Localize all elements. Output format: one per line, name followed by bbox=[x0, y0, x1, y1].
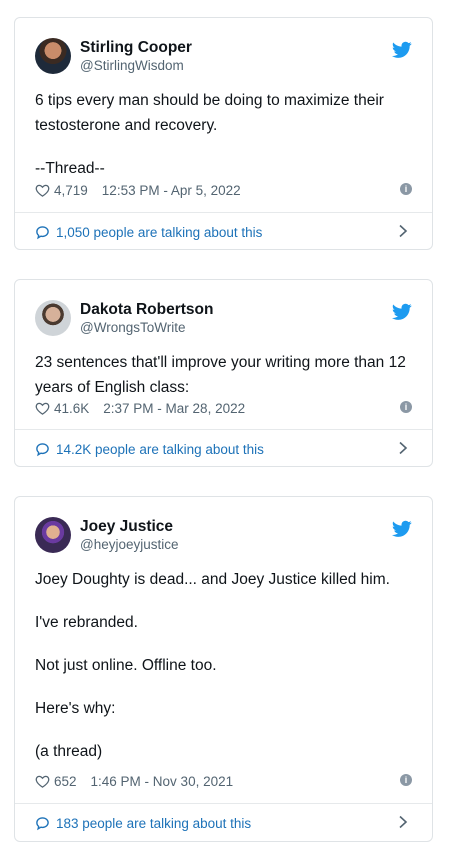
heart-icon[interactable] bbox=[35, 183, 50, 198]
info-icon[interactable]: i bbox=[400, 183, 412, 195]
tweet-paragraph: 6 tips every man should be doing to maxi… bbox=[35, 92, 384, 134]
avatar[interactable] bbox=[35, 38, 71, 74]
twitter-bird-icon[interactable] bbox=[392, 41, 412, 59]
divider bbox=[15, 429, 432, 430]
tweet-header: Dakota Robertson @WrongsToWrite bbox=[35, 300, 418, 336]
author-handle[interactable]: @WrongsToWrite bbox=[80, 320, 185, 335]
tweet-text: Joey Doughty is dead... and Joey Justice… bbox=[35, 567, 418, 764]
tweet-text: 23 sentences that'll improve your writin… bbox=[35, 350, 418, 400]
tweet-text: 6 tips every man should be doing to maxi… bbox=[35, 88, 418, 181]
chat-bubble-icon bbox=[35, 442, 50, 457]
tweet-card[interactable]: Stirling Cooper @StirlingWisdom 6 tips e… bbox=[14, 17, 433, 250]
author-name[interactable]: Dakota Robertson bbox=[80, 301, 214, 319]
author-name[interactable]: Stirling Cooper bbox=[80, 39, 192, 57]
author-handle[interactable]: @StirlingWisdom bbox=[80, 58, 184, 73]
heart-icon[interactable] bbox=[35, 401, 50, 416]
tweet-datetime[interactable]: 12:53 PM - Apr 5, 2022 bbox=[102, 183, 241, 198]
conversation-link[interactable]: 1,050 people are talking about this bbox=[35, 222, 412, 242]
chevron-right-icon bbox=[398, 224, 408, 238]
tweet-datetime[interactable]: 1:46 PM - Nov 30, 2021 bbox=[91, 774, 234, 789]
tweet-meta: 4,719 12:53 PM - Apr 5, 2022 i bbox=[35, 181, 412, 199]
chat-bubble-icon bbox=[35, 816, 50, 831]
avatar[interactable] bbox=[35, 517, 71, 553]
like-count: 4,719 bbox=[54, 182, 88, 198]
tweet-paragraph: 23 sentences that'll improve your writin… bbox=[35, 354, 406, 396]
tweet-meta: 652 1:46 PM - Nov 30, 2021 i bbox=[35, 772, 412, 790]
chevron-right-icon bbox=[398, 815, 408, 829]
divider bbox=[15, 212, 432, 213]
tweet-paragraph: (a thread) bbox=[35, 743, 103, 760]
divider bbox=[15, 803, 432, 804]
twitter-bird-icon[interactable] bbox=[392, 303, 412, 321]
tweet-header: Stirling Cooper @StirlingWisdom bbox=[35, 38, 418, 74]
talking-count: 14.2K people are talking about this bbox=[56, 441, 264, 457]
talking-count: 1,050 people are talking about this bbox=[56, 224, 263, 240]
avatar[interactable] bbox=[35, 300, 71, 336]
tweet-paragraph: Here's why: bbox=[35, 700, 116, 717]
author-handle[interactable]: @heyjoeyjustice bbox=[80, 537, 179, 552]
tweet-paragraph: --Thread-- bbox=[35, 160, 105, 177]
tweet-header: Joey Justice @heyjoeyjustice bbox=[35, 517, 418, 553]
talking-count: 183 people are talking about this bbox=[56, 815, 252, 831]
tweet-datetime[interactable]: 2:37 PM - Mar 28, 2022 bbox=[103, 401, 245, 416]
twitter-bird-icon[interactable] bbox=[392, 520, 412, 538]
like-count: 652 bbox=[54, 773, 77, 789]
like-count: 41.6K bbox=[54, 400, 90, 416]
heart-icon[interactable] bbox=[35, 774, 50, 789]
tweet-meta: 41.6K 2:37 PM - Mar 28, 2022 i bbox=[35, 399, 412, 417]
info-icon[interactable]: i bbox=[400, 774, 412, 786]
chat-bubble-icon bbox=[35, 225, 50, 240]
tweet-card[interactable]: Dakota Robertson @WrongsToWrite 23 sente… bbox=[14, 279, 433, 467]
info-icon[interactable]: i bbox=[400, 401, 412, 413]
chevron-right-icon bbox=[398, 441, 408, 455]
conversation-link[interactable]: 14.2K people are talking about this bbox=[35, 439, 412, 459]
conversation-link[interactable]: 183 people are talking about this bbox=[35, 813, 412, 833]
author-name[interactable]: Joey Justice bbox=[80, 518, 173, 536]
tweet-paragraph: Joey Doughty is dead... and Joey Justice… bbox=[35, 571, 390, 588]
tweet-paragraph: Not just online. Offline too. bbox=[35, 657, 217, 674]
tweet-paragraph: I've rebranded. bbox=[35, 614, 138, 631]
tweet-card[interactable]: Joey Justice @heyjoeyjustice Joey Dought… bbox=[14, 496, 433, 842]
